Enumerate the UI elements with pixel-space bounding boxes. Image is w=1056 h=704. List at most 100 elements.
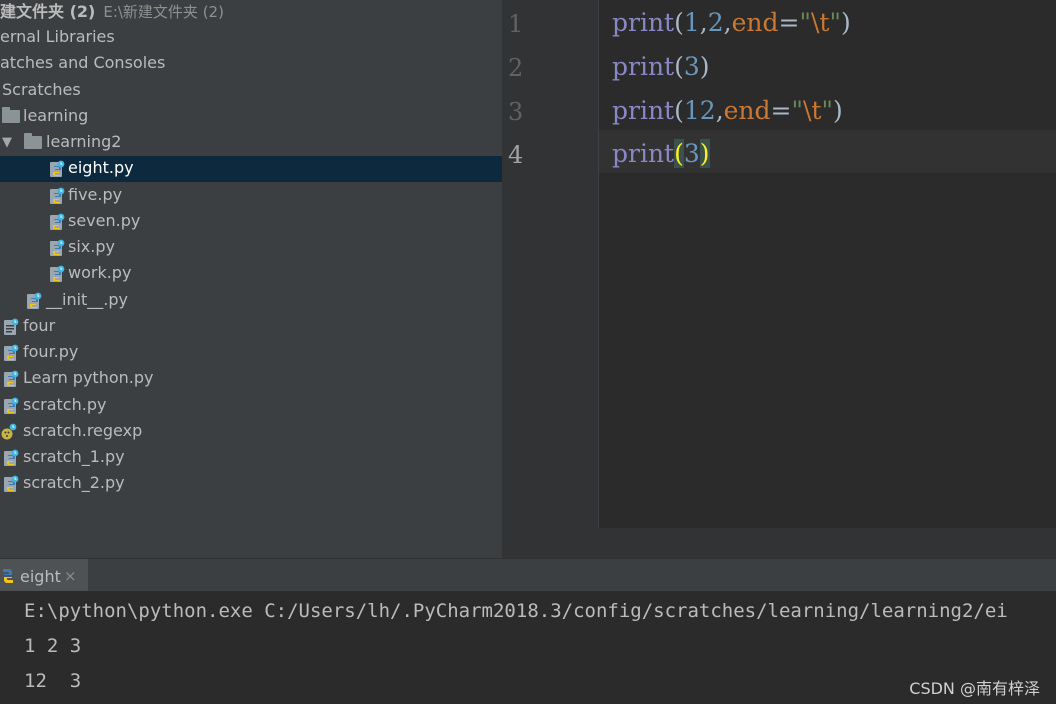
console-line: 1 2 3	[24, 635, 82, 657]
equals: =	[778, 8, 800, 37]
number-literal: 3	[683, 139, 700, 168]
builtin-print: print	[612, 139, 675, 168]
paren-open: (	[674, 96, 684, 125]
tree-item-file-scratch-1[interactable]: scratch_1.py	[0, 445, 502, 471]
paren-close: )	[832, 96, 843, 125]
text-file-icon	[3, 318, 19, 336]
paren-open: (	[674, 52, 684, 81]
tree-item-label: learning	[23, 106, 89, 125]
line-number: 3	[508, 98, 524, 126]
tree-item-label: atches and Consoles	[0, 53, 166, 72]
tree-item-label: __init__.py	[46, 290, 129, 309]
python-file-icon	[3, 475, 19, 493]
tree-root-label: 建文件夹 (2)	[0, 2, 96, 21]
tree-item-file-scratch-2[interactable]: scratch_2.py	[0, 471, 502, 497]
tree-item-file-seven[interactable]: seven.py	[0, 209, 502, 235]
tree-item-file-learn-python[interactable]: Learn python.py	[0, 366, 502, 392]
tree-item-label: four	[23, 316, 56, 335]
regexp-file-icon	[1, 423, 17, 440]
run-tab-eight[interactable]: eight ×	[0, 559, 88, 592]
code-line-3[interactable]: print(12,end="\t")	[612, 96, 843, 125]
comma: ,	[723, 8, 732, 37]
tree-item-label: Scratches	[2, 80, 81, 99]
tree-item-label: ernal Libraries	[0, 27, 115, 46]
tree-item-label: Learn python.py	[23, 368, 154, 387]
tree-item-file-scratch-regexp[interactable]: scratch.regexp	[0, 419, 502, 445]
line-number-current: 4	[508, 141, 524, 169]
tree-item-label: four.py	[23, 342, 79, 361]
python-run-icon	[3, 569, 13, 583]
string-quote: "	[799, 8, 811, 37]
paren-close: )	[840, 8, 851, 37]
python-file-icon	[49, 213, 65, 231]
tree-item-scratches[interactable]: Scratches	[0, 78, 502, 104]
number-literal: 12	[683, 96, 716, 125]
expand-arrow-icon[interactable]: ▼	[2, 131, 14, 155]
tree-item-label: scratch_1.py	[23, 447, 125, 466]
builtin-print: print	[612, 96, 675, 125]
number-literal: 2	[707, 8, 724, 37]
tree-item-label: scratch.regexp	[23, 421, 143, 440]
builtin-print: print	[612, 52, 675, 81]
escape-sequence: \t	[810, 8, 830, 37]
tree-item-file-six[interactable]: six.py	[0, 235, 502, 261]
paren-open: (	[674, 8, 684, 37]
python-file-icon	[49, 160, 65, 178]
run-tab-label: eight	[20, 567, 61, 586]
line-number: 2	[508, 54, 524, 82]
comma: ,	[699, 8, 708, 37]
tree-item-scratches-consoles[interactable]: atches and Consoles	[0, 51, 502, 77]
folder-icon	[2, 107, 20, 123]
tree-item-label: learning2	[46, 132, 122, 151]
tree-item-folder-learning[interactable]: learning	[0, 104, 502, 130]
python-file-icon	[49, 187, 65, 205]
line-number: 1	[508, 10, 524, 38]
tree-item-file-scratch[interactable]: scratch.py	[0, 393, 502, 419]
code-line-4[interactable]: print(3)	[612, 139, 710, 168]
project-tree[interactable]: 建文件夹 (2) E:\新建文件夹 (2) ernal Libraries atc…	[0, 0, 502, 558]
tree-item-label: scratch.py	[23, 395, 107, 414]
editor-scroll-area	[502, 528, 1056, 558]
tree-item-label: six.py	[68, 237, 115, 256]
tree-item-label: eight.py	[68, 158, 134, 177]
tree-item-label: five.py	[68, 185, 123, 204]
paren-close-matched: )	[699, 139, 710, 168]
python-file-icon	[3, 397, 19, 415]
paren-close: )	[699, 52, 710, 81]
code-line-2[interactable]: print(3)	[612, 52, 710, 81]
tree-item-file-five[interactable]: five.py	[0, 183, 502, 209]
tree-item-label: work.py	[68, 263, 132, 282]
python-file-icon	[49, 265, 65, 283]
string-quote: "	[821, 96, 833, 125]
tree-item-file-four-py[interactable]: four.py	[0, 340, 502, 366]
tree-item-external-libraries[interactable]: ernal Libraries	[0, 25, 502, 51]
python-file-icon	[26, 292, 42, 310]
close-icon[interactable]: ×	[64, 567, 77, 585]
number-literal: 3	[683, 52, 700, 81]
run-tab-bar: eight ×	[0, 558, 1056, 592]
string-quote: "	[829, 8, 841, 37]
python-file-icon	[49, 239, 65, 257]
tree-root-path: E:\新建文件夹 (2)	[103, 3, 224, 21]
builtin-print: print	[612, 8, 675, 37]
python-file-icon	[3, 344, 19, 362]
equals: =	[770, 96, 792, 125]
escape-sequence: \t	[803, 96, 822, 125]
named-param-end: end	[723, 96, 771, 125]
named-param-end: end	[731, 8, 779, 37]
watermark: CSDN @南有梓泽	[909, 679, 1040, 698]
tree-item-file-four[interactable]: four	[0, 314, 502, 340]
number-literal: 1	[683, 8, 700, 37]
tree-item-label: scratch_2.py	[23, 473, 125, 492]
python-file-icon	[3, 449, 19, 467]
tree-root[interactable]: 建文件夹 (2) E:\新建文件夹 (2)	[0, 0, 502, 26]
paren-open-matched: (	[674, 139, 684, 168]
tree-item-file-init[interactable]: __init__.py	[0, 288, 502, 314]
tree-item-file-work[interactable]: work.py	[0, 261, 502, 287]
python-file-icon	[3, 370, 19, 388]
console-line: E:\python\python.exe C:/Users/lh/.PyChar…	[24, 600, 1008, 622]
tree-item-folder-learning2[interactable]: ▼ learning2	[0, 130, 502, 156]
console-line: 12 3	[24, 670, 82, 692]
tree-item-file-eight[interactable]: eight.py	[0, 156, 502, 182]
code-line-1[interactable]: print(1,2,end="\t")	[612, 8, 851, 37]
